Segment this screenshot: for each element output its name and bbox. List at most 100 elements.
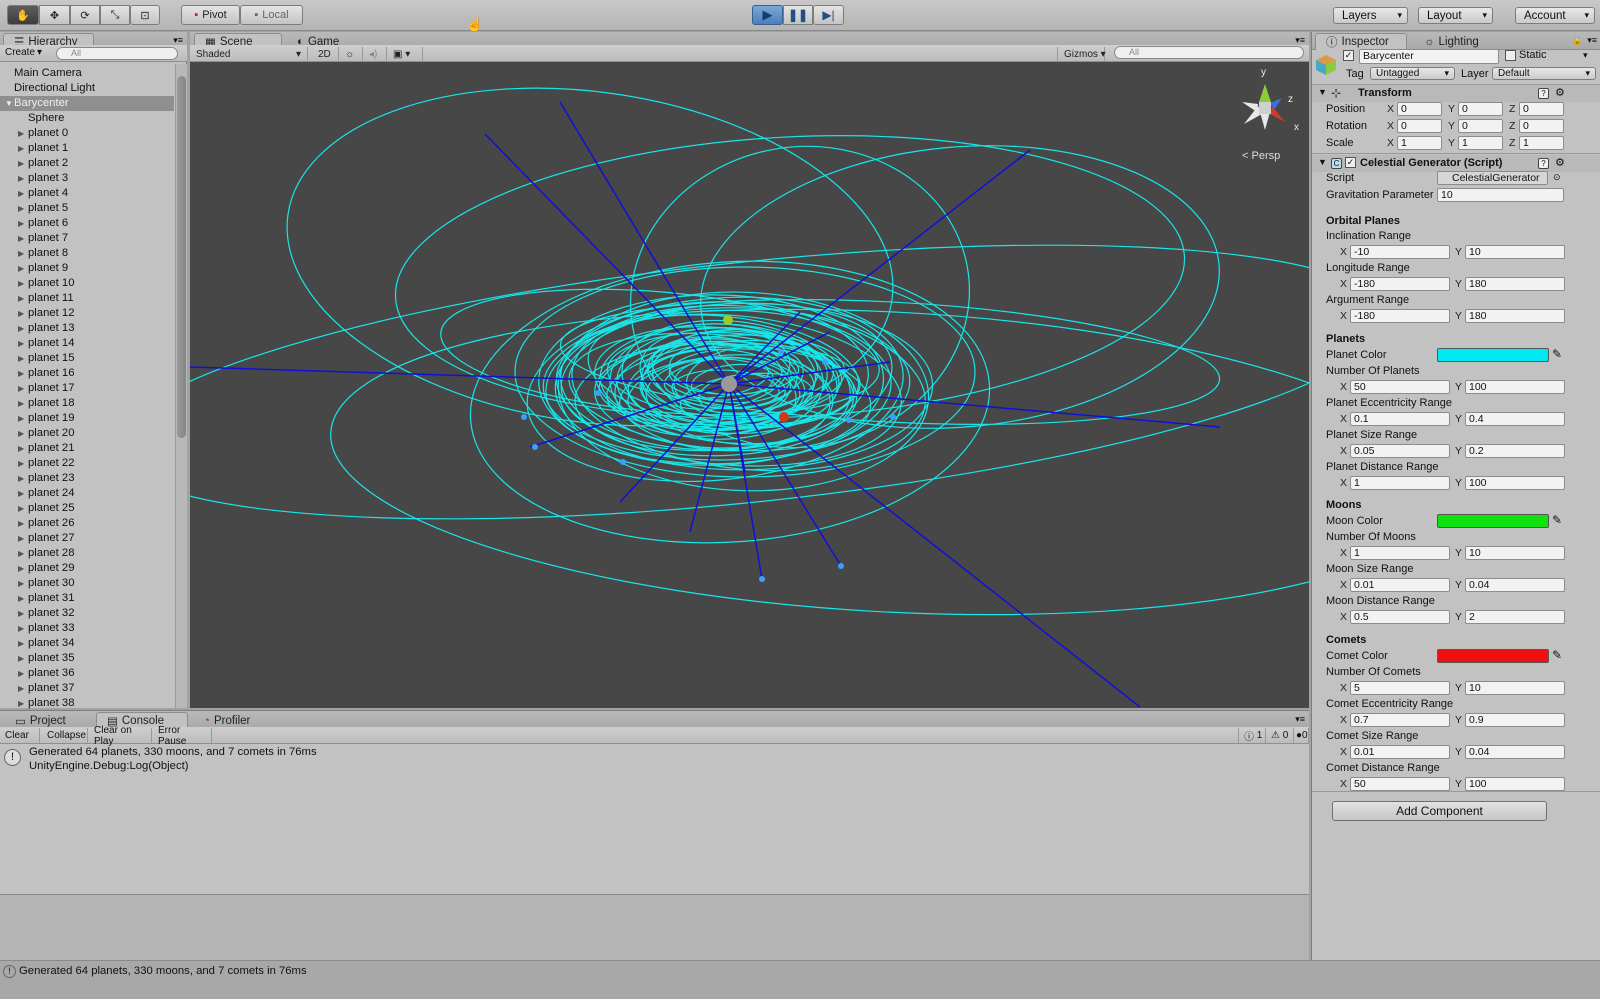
help-icon[interactable]: ? bbox=[1538, 158, 1549, 169]
hierarchy-item[interactable]: ▶ planet 30 bbox=[0, 576, 174, 591]
planet-dist-y-field[interactable]: 100 bbox=[1465, 476, 1565, 490]
hierarchy-item[interactable]: ▶ planet 18 bbox=[0, 396, 174, 411]
foldout-arrow-icon[interactable]: ▶ bbox=[18, 576, 24, 591]
hierarchy-item[interactable]: ▶ planet 33 bbox=[0, 621, 174, 636]
planet-body[interactable] bbox=[822, 359, 828, 365]
foldout-arrow-icon[interactable]: ▶ bbox=[18, 171, 24, 186]
tab-lighting[interactable]: ☼ Lighting bbox=[1413, 33, 1497, 50]
panel-menu-icon[interactable]: ▾≡ bbox=[1295, 714, 1305, 725]
foldout-arrow-icon[interactable]: ▶ bbox=[18, 321, 24, 336]
hierarchy-item[interactable]: ▶ planet 15 bbox=[0, 351, 174, 366]
foldout-arrow-icon[interactable]: ▶ bbox=[18, 636, 24, 651]
hierarchy-item[interactable]: ▶ planet 5 bbox=[0, 201, 174, 216]
foldout-arrow-icon[interactable]: ▼ bbox=[5, 96, 13, 111]
enabled-checkbox[interactable]: ✓ bbox=[1345, 157, 1356, 168]
foldout-arrow-icon[interactable]: ▶ bbox=[18, 246, 24, 261]
foldout-arrow-icon[interactable]: ▶ bbox=[18, 456, 24, 471]
hierarchy-item[interactable]: ▼ Barycenter bbox=[0, 96, 174, 111]
foldout-arrow-icon[interactable]: ▶ bbox=[18, 516, 24, 531]
rect-tool-icon[interactable]: ⊡ bbox=[130, 5, 160, 25]
num-planets-x-field[interactable]: 50 bbox=[1350, 380, 1450, 394]
layers-dropdown[interactable]: Layers bbox=[1333, 7, 1408, 24]
scale-z-field[interactable]: 1 bbox=[1519, 136, 1564, 150]
position-z-field[interactable]: 0 bbox=[1519, 102, 1564, 116]
hierarchy-item[interactable]: ▶ planet 20 bbox=[0, 426, 174, 441]
hierarchy-item[interactable]: ▶ planet 16 bbox=[0, 366, 174, 381]
hierarchy-item[interactable]: ▶ planet 6 bbox=[0, 216, 174, 231]
hierarchy-item[interactable]: ▶ planet 7 bbox=[0, 231, 174, 246]
hierarchy-item[interactable]: ▶ planet 32 bbox=[0, 606, 174, 621]
foldout-arrow-icon[interactable]: ▶ bbox=[18, 441, 24, 456]
2d-toggle[interactable]: 2D bbox=[312, 47, 339, 61]
foldout-arrow-icon[interactable]: ▶ bbox=[18, 126, 24, 141]
account-dropdown[interactable]: Account bbox=[1515, 7, 1595, 24]
rotate-tool-icon[interactable]: ⟳ bbox=[70, 5, 100, 25]
inclination-x-field[interactable]: -10 bbox=[1350, 245, 1450, 259]
comet-color-swatch[interactable] bbox=[1437, 649, 1549, 663]
foldout-arrow-icon[interactable]: ▶ bbox=[18, 141, 24, 156]
planet-color-swatch[interactable] bbox=[1437, 348, 1549, 362]
foldout-arrow-icon[interactable]: ▶ bbox=[18, 366, 24, 381]
object-name-field[interactable]: Barycenter bbox=[1359, 49, 1499, 64]
status-message[interactable]: Generated 64 planets, 330 moons, and 7 c… bbox=[19, 965, 307, 977]
object-picker-icon[interactable]: ⊙ bbox=[1553, 172, 1561, 183]
hierarchy-item[interactable]: ▶ planet 24 bbox=[0, 486, 174, 501]
lock-icon[interactable]: 🔒 bbox=[1572, 35, 1583, 46]
orientation-gizmo[interactable]: y z x bbox=[1230, 67, 1300, 140]
foldout-arrow-icon[interactable]: ▶ bbox=[18, 666, 24, 681]
foldout-arrow-icon[interactable]: ▶ bbox=[18, 306, 24, 321]
hierarchy-item[interactable]: Directional Light bbox=[0, 81, 174, 96]
hierarchy-item[interactable]: ▶ planet 27 bbox=[0, 531, 174, 546]
planet-body[interactable] bbox=[532, 444, 538, 450]
foldout-arrow-icon[interactable]: ▶ bbox=[18, 396, 24, 411]
scale-tool-icon[interactable]: ⤡ bbox=[100, 5, 130, 25]
foldout-arrow-icon[interactable]: ▶ bbox=[18, 681, 24, 696]
comet-dist-y-field[interactable]: 100 bbox=[1465, 777, 1565, 791]
moon-dist-y-field[interactable]: 2 bbox=[1465, 610, 1565, 624]
gear-icon[interactable]: ⚙ bbox=[1555, 156, 1565, 169]
rotation-y-field[interactable]: 0 bbox=[1458, 119, 1503, 133]
create-dropdown[interactable]: Create ▾ bbox=[5, 47, 42, 58]
layout-dropdown[interactable]: Layout bbox=[1418, 7, 1493, 24]
hierarchy-item[interactable]: ▶ planet 2 bbox=[0, 156, 174, 171]
planet-body[interactable] bbox=[595, 390, 601, 396]
hierarchy-item[interactable]: ▶ planet 10 bbox=[0, 276, 174, 291]
generator-header[interactable]: ▼ C ✓ Celestial Generator (Script) ? ⚙ bbox=[1312, 155, 1600, 172]
scale-y-field[interactable]: 1 bbox=[1458, 136, 1503, 150]
pivot-toggle[interactable]: ▪ Pivot bbox=[181, 5, 240, 25]
gear-icon[interactable]: ⚙ bbox=[1555, 86, 1565, 99]
hierarchy-item[interactable]: ▶ planet 36 bbox=[0, 666, 174, 681]
static-checkbox[interactable] bbox=[1505, 50, 1516, 61]
foldout-arrow-icon[interactable]: ▶ bbox=[18, 501, 24, 516]
hierarchy-item[interactable]: ▶ planet 12 bbox=[0, 306, 174, 321]
hierarchy-item[interactable]: Sphere bbox=[0, 111, 174, 126]
foldout-arrow-icon[interactable]: ▶ bbox=[18, 471, 24, 486]
pause-button[interactable]: ❚❚ bbox=[783, 5, 813, 25]
layer-dropdown[interactable]: Default bbox=[1492, 67, 1596, 80]
hierarchy-item[interactable]: ▶ planet 38 bbox=[0, 696, 174, 711]
foldout-arrow-icon[interactable]: ▶ bbox=[18, 186, 24, 201]
foldout-arrow-icon[interactable]: ▶ bbox=[18, 291, 24, 306]
foldout-arrow-icon[interactable]: ▶ bbox=[18, 201, 24, 216]
hierarchy-item[interactable]: ▶ planet 26 bbox=[0, 516, 174, 531]
foldout-arrow-icon[interactable]: ▶ bbox=[18, 336, 24, 351]
eyedropper-icon[interactable]: ✎ bbox=[1552, 648, 1562, 662]
effects-dropdown-icon[interactable]: ▣ ▾ bbox=[387, 47, 423, 61]
hierarchy-item[interactable]: ▶ planet 9 bbox=[0, 261, 174, 276]
comet-dist-x-field[interactable]: 50 bbox=[1350, 777, 1450, 791]
error-filter-toggle[interactable]: ● 0 bbox=[1294, 728, 1309, 743]
moon-size-y-field[interactable]: 0.04 bbox=[1465, 578, 1565, 592]
planet-body[interactable] bbox=[846, 417, 852, 423]
warning-filter-toggle[interactable]: ⚠ 0 bbox=[1266, 728, 1294, 743]
help-icon[interactable]: ? bbox=[1538, 88, 1549, 99]
hierarchy-item[interactable]: ▶ planet 22 bbox=[0, 456, 174, 471]
moon-dist-x-field[interactable]: 0.5 bbox=[1350, 610, 1450, 624]
eyedropper-icon[interactable]: ✎ bbox=[1552, 347, 1562, 361]
hierarchy-scrollbar[interactable] bbox=[175, 64, 187, 708]
foldout-arrow-icon[interactable]: ▶ bbox=[18, 351, 24, 366]
gizmos-dropdown[interactable]: Gizmos ▾ bbox=[1057, 47, 1106, 61]
foldout-arrow-icon[interactable]: ▶ bbox=[18, 546, 24, 561]
foldout-arrow-icon[interactable]: ▶ bbox=[18, 486, 24, 501]
comet-size-x-field[interactable]: 0.01 bbox=[1350, 745, 1450, 759]
shading-dropdown[interactable]: Shaded ▾ bbox=[190, 47, 308, 61]
